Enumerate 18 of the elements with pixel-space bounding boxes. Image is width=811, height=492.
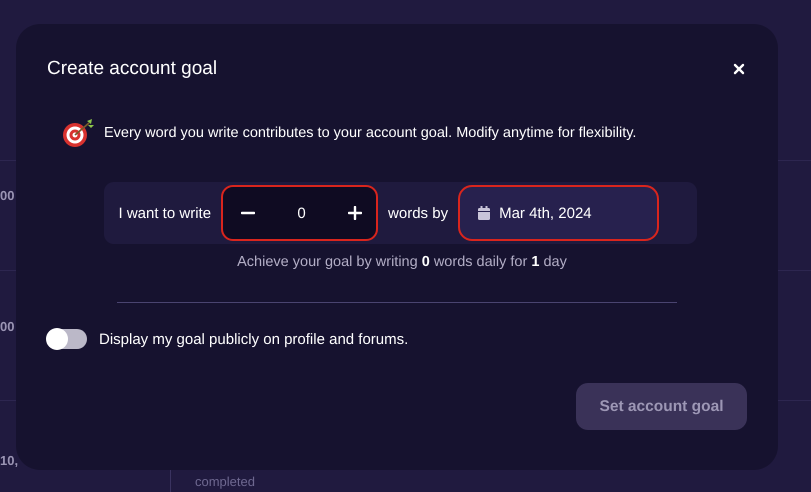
background-text: 10, [0,453,18,468]
background-text: 00 [0,319,14,334]
word-count-value[interactable]: 0 [297,204,306,222]
goal-label: I want to write [118,204,212,222]
date-field[interactable]: Mar 4th, 2024 [458,185,660,241]
word-count-stepper[interactable]: 0 [221,185,378,241]
toggle-label: Display my goal publicly on profile and forums. [99,330,408,348]
plus-icon[interactable] [348,206,362,220]
calendar-icon [478,206,490,220]
background-text: completed [195,474,255,489]
target-icon [61,118,95,148]
public-toggle[interactable] [47,329,87,349]
background-text: 00 [0,188,14,203]
close-icon[interactable] [733,63,745,75]
goal-summary: Achieve your goal by writing 0 words daily for 1 day [237,254,567,270]
dialog-title: Create account goal [47,58,218,80]
info-text: Every word you write contributes to your account goal. Modify anytime for flexibility. [104,125,636,141]
goal-label: words by [388,204,448,222]
